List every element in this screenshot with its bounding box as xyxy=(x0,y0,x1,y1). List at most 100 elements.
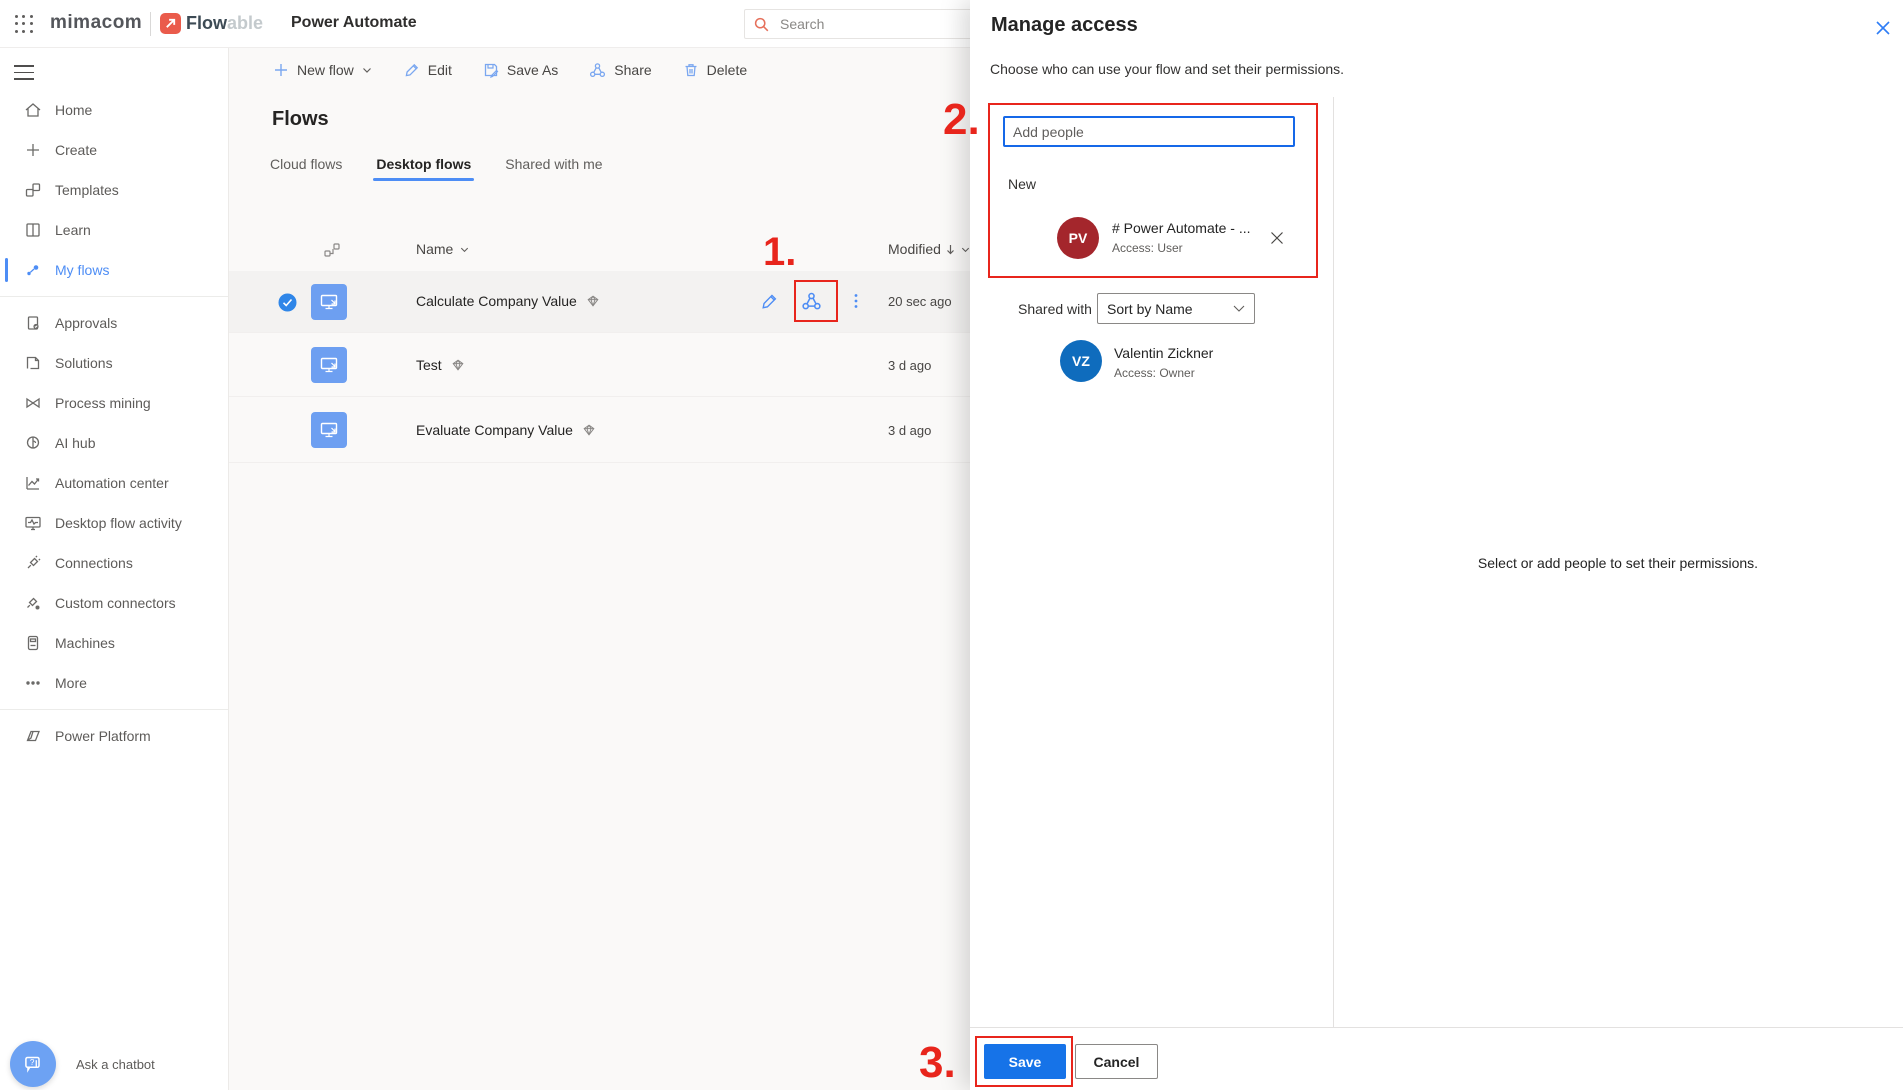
sidebar-item-machines[interactable]: Machines xyxy=(0,623,228,663)
premium-diamond-icon xyxy=(586,294,600,308)
sort-by-dropdown[interactable]: Sort by Name xyxy=(1097,293,1255,324)
panel-footer-divider xyxy=(970,1027,1903,1028)
flow-name: Calculate Company Value xyxy=(416,293,577,309)
tab-shared-with-me[interactable]: Shared with me xyxy=(502,152,605,181)
annotation-step-3: 3. xyxy=(919,1038,956,1088)
desktop-flow-icon xyxy=(311,347,347,383)
home-icon xyxy=(23,100,43,120)
chevron-down-icon xyxy=(361,64,373,76)
templates-icon xyxy=(23,180,43,200)
flow-modified: 3 d ago xyxy=(888,423,931,438)
owner-name: Valentin Zickner xyxy=(1114,345,1213,361)
chatbot-widget: ? Ask a chatbot xyxy=(10,1041,155,1087)
sidebar-item-desktop-flow-activity[interactable]: Desktop flow activity xyxy=(0,503,228,543)
sidebar-item-templates[interactable]: Templates xyxy=(0,170,228,210)
my-flows-icon xyxy=(23,260,43,280)
panel-subtitle: Choose who can use your flow and set the… xyxy=(990,61,1344,77)
chatbot-button[interactable]: ? xyxy=(10,1041,56,1087)
panel-title: Manage access xyxy=(991,14,1138,37)
new-person-name: # Power Automate - ... xyxy=(1112,220,1251,236)
owner-access: Access: Owner xyxy=(1114,366,1195,380)
flow-modified: 20 sec ago xyxy=(888,294,952,309)
add-people-input[interactable] xyxy=(1003,116,1295,147)
desktop-flow-activity-icon xyxy=(23,513,43,533)
page-title: Flows xyxy=(272,108,329,131)
chatbot-label: Ask a chatbot xyxy=(76,1057,155,1072)
sidebar-item-my-flows[interactable]: My flows xyxy=(0,250,228,290)
desktop-flow-icon xyxy=(311,412,347,448)
flowable-logo-icon xyxy=(160,13,181,34)
sidebar-item-power-platform[interactable]: Power Platform xyxy=(0,716,228,756)
custom-connectors-icon xyxy=(23,593,43,613)
new-flow-button[interactable]: New flow xyxy=(272,61,373,79)
flow-name: Evaluate Company Value xyxy=(416,422,573,438)
app-title: Power Automate xyxy=(291,14,417,32)
solutions-icon xyxy=(23,353,43,373)
sidebar-item-process-mining[interactable]: Process mining xyxy=(0,383,228,423)
machines-icon xyxy=(23,633,43,653)
flow-modified: 3 d ago xyxy=(888,358,931,373)
process-mining-icon xyxy=(23,393,43,413)
flowable-logo-able: able xyxy=(227,13,263,34)
sidebar-item-home[interactable]: Home xyxy=(0,90,228,130)
new-person-access: Access: User xyxy=(1112,241,1183,255)
row-more-icon[interactable] xyxy=(846,291,866,311)
search-box[interactable] xyxy=(744,9,1004,39)
modified-column-header[interactable]: Modified xyxy=(888,241,971,257)
desktop-flow-icon xyxy=(311,284,347,320)
sidebar-item-more[interactable]: More xyxy=(0,663,228,703)
sidebar-item-create[interactable]: Create xyxy=(0,130,228,170)
ai-hub-icon xyxy=(23,433,43,453)
avatar: VZ xyxy=(1060,340,1102,382)
save-button[interactable]: Save xyxy=(984,1044,1066,1079)
plus-icon xyxy=(272,61,290,79)
sidebar-divider xyxy=(0,709,228,710)
sidebar-item-automation-center[interactable]: Automation center xyxy=(0,463,228,503)
sidebar-item-connections[interactable]: Connections xyxy=(0,543,228,583)
tab-cloud-flows[interactable]: Cloud flows xyxy=(267,152,345,181)
sort-descending-icon xyxy=(945,243,956,256)
share-button[interactable]: Share xyxy=(588,61,651,80)
sidebar-item-custom-connectors[interactable]: Custom connectors xyxy=(0,583,228,623)
mimacom-logo: mimacom xyxy=(50,12,142,34)
more-ellipsis-icon xyxy=(23,673,43,693)
power-platform-icon xyxy=(23,726,43,746)
approvals-icon xyxy=(23,313,43,333)
sidebar-nav: Home Create Templates Learn My flows A xyxy=(0,90,228,756)
close-icon[interactable] xyxy=(1873,18,1893,38)
chevron-down-icon xyxy=(1233,305,1245,313)
pencil-icon xyxy=(403,61,421,79)
logo-divider xyxy=(150,12,151,36)
manage-access-panel: Manage access Choose who can use your fl… xyxy=(970,0,1903,1090)
new-section-label: New xyxy=(1008,176,1036,192)
automation-center-icon xyxy=(23,473,43,493)
table-row[interactable]: Test 3 d ago xyxy=(229,333,970,397)
row-edit-icon[interactable] xyxy=(759,291,780,312)
power-automate-window: mimacom Flow able Power Automate Home Cr… xyxy=(0,0,1903,1090)
save-as-button[interactable]: Save As xyxy=(482,61,558,79)
remove-person-icon[interactable] xyxy=(1268,229,1286,247)
sidebar-item-approvals[interactable]: Approvals xyxy=(0,303,228,343)
sidebar-item-ai-hub[interactable]: AI hub xyxy=(0,423,228,463)
name-column-header[interactable]: Name xyxy=(416,241,470,257)
table-row[interactable]: Calculate Company Value 20 sec ago xyxy=(229,271,970,333)
selected-check-icon[interactable] xyxy=(278,293,297,312)
sidebar-item-learn[interactable]: Learn xyxy=(0,210,228,250)
delete-button[interactable]: Delete xyxy=(682,61,747,79)
cancel-button[interactable]: Cancel xyxy=(1075,1044,1158,1079)
chatbot-icon: ? xyxy=(21,1052,45,1076)
avatar: PV xyxy=(1057,217,1099,259)
row-share-icon[interactable] xyxy=(800,290,823,313)
search-input[interactable] xyxy=(778,15,958,33)
trash-icon xyxy=(682,61,700,79)
plus-icon xyxy=(23,140,43,160)
edit-button[interactable]: Edit xyxy=(403,61,452,79)
table-row[interactable]: Evaluate Company Value 3 d ago xyxy=(229,397,970,463)
hamburger-menu-icon[interactable] xyxy=(14,60,34,76)
sidebar: Home Create Templates Learn My flows A xyxy=(0,48,229,1090)
empty-permissions-message: Select or add people to set their permis… xyxy=(1333,555,1903,571)
search-icon xyxy=(753,16,770,33)
tab-desktop-flows[interactable]: Desktop flows xyxy=(373,152,474,181)
sidebar-item-solutions[interactable]: Solutions xyxy=(0,343,228,383)
app-launcher-icon[interactable] xyxy=(13,13,35,35)
